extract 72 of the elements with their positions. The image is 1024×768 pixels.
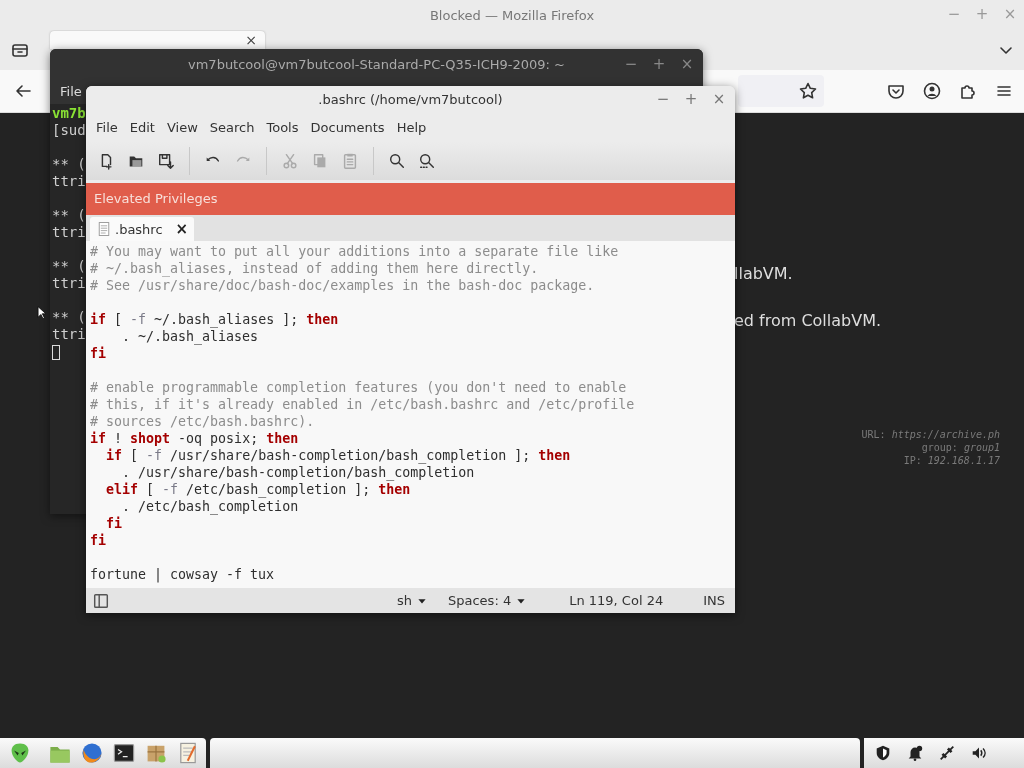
maximize-button[interactable]: + xyxy=(681,89,701,109)
code-line: . ~/.bash_aliases xyxy=(121,328,259,345)
account-icon[interactable] xyxy=(922,81,942,101)
terminal-prompt: vm7b xyxy=(52,105,86,121)
terminal-text: ** ( xyxy=(52,258,86,274)
close-tab-button[interactable]: × xyxy=(245,32,257,48)
code-line: if [ -f ~/.bash_aliases ]; then xyxy=(90,311,339,328)
menu-item[interactable]: File xyxy=(56,84,86,99)
code-line: if ! shopt -oq posix; then xyxy=(90,430,299,447)
menu-item[interactable]: Search xyxy=(203,120,261,135)
language-dropdown[interactable]: sh xyxy=(397,593,428,608)
info-bar: Elevated Privileges xyxy=(86,183,735,215)
minimize-button[interactable]: − xyxy=(653,89,673,109)
indent-dropdown[interactable]: Spaces: 4 xyxy=(448,593,528,608)
menu-item[interactable]: File xyxy=(90,120,124,135)
code-line: # You may want to put all your additions into a separate file like xyxy=(90,243,619,260)
menu-item[interactable]: Tools xyxy=(260,120,305,135)
page-text: llabVM. xyxy=(734,263,794,285)
browser-tab[interactable]: × xyxy=(50,31,265,49)
code-line: # this, if it's already enabled in /etc/bash.bashrc and /etc/profile xyxy=(90,396,635,413)
side-panel-icon[interactable] xyxy=(92,591,110,610)
document-tab[interactable]: .bashrc × xyxy=(90,217,194,241)
window-title: vm7butcool@vm7butcool-Standard-PC-Q35-ICH9-2009: ~ xyxy=(188,56,565,72)
code-line: # sources /etc/bash.bashrc). xyxy=(90,413,315,430)
save-icon[interactable] xyxy=(157,152,175,170)
page-text: ed from CollabVM. xyxy=(734,310,883,332)
star-icon[interactable] xyxy=(798,81,818,101)
terminal-icon[interactable] xyxy=(112,741,136,765)
info-text: group: group1 xyxy=(921,441,1000,454)
code-line: # ~/.bash_aliases, instead of adding them here directly. xyxy=(90,260,539,277)
close-button[interactable]: × xyxy=(677,54,697,74)
terminal-text: ttri xyxy=(52,173,86,189)
code-line: . /etc/bash_completion xyxy=(122,498,299,515)
code-line: elif [ -f /etc/bash_completion ]; then xyxy=(105,481,411,498)
code-line: # enable programmable completion features (you don't need to enable xyxy=(90,379,627,396)
cursor-position: Ln 119, Col 24 xyxy=(569,593,664,608)
code-line: fi xyxy=(105,515,123,532)
menu-item[interactable]: View xyxy=(160,120,204,135)
code-line: . /usr/share/bash-completion/bash_completion xyxy=(121,464,475,481)
code-line: if [ -f /usr/share/bash-completion/bash_completion ]; then xyxy=(105,447,571,464)
terminal-text: ** ( xyxy=(52,309,86,325)
code-line: fortune | cowsay -f tux xyxy=(90,566,275,583)
menu-item[interactable]: Edit xyxy=(123,120,161,135)
close-button[interactable]: × xyxy=(709,89,729,109)
menu-item[interactable]: Documents xyxy=(304,120,391,135)
search-icon[interactable] xyxy=(388,152,406,170)
minimize-button[interactable]: − xyxy=(621,54,641,74)
address-bar[interactable] xyxy=(738,75,824,107)
terminal-text: [sud xyxy=(52,122,86,138)
menu-item[interactable]: Help xyxy=(390,120,433,135)
document-icon xyxy=(96,221,112,237)
globe-fox-icon[interactable] xyxy=(80,741,104,765)
terminal-text: ** ( xyxy=(52,156,86,172)
info-text: URL: https://archive.ph xyxy=(861,428,1000,441)
maximize-button[interactable]: + xyxy=(649,54,669,74)
terminal-text: ttri xyxy=(52,275,86,291)
window-title: Blocked — Mozilla Firefox xyxy=(429,7,595,23)
code-line: fi xyxy=(90,345,106,362)
close-tab-button[interactable]: × xyxy=(175,220,188,238)
code-line: fi xyxy=(90,532,106,549)
window-title: .bashrc (/home/vm7butcool) xyxy=(318,92,503,107)
insert-mode: INS xyxy=(703,593,725,608)
info-text: IP: 192.168.1.17 xyxy=(903,454,1000,467)
network-icon[interactable] xyxy=(938,744,956,762)
shield-icon[interactable] xyxy=(874,744,892,762)
terminal-text: ttri xyxy=(52,326,86,342)
code-line: # See /usr/share/doc/bash-doc/examples in the bash-doc package. xyxy=(90,277,595,294)
search-replace-icon[interactable] xyxy=(418,152,436,170)
text-cursor xyxy=(52,344,60,360)
terminal-text: ** ( xyxy=(52,207,86,223)
tab-label[interactable]: .bashrc xyxy=(115,221,173,237)
terminal-text: ttri xyxy=(52,224,86,240)
